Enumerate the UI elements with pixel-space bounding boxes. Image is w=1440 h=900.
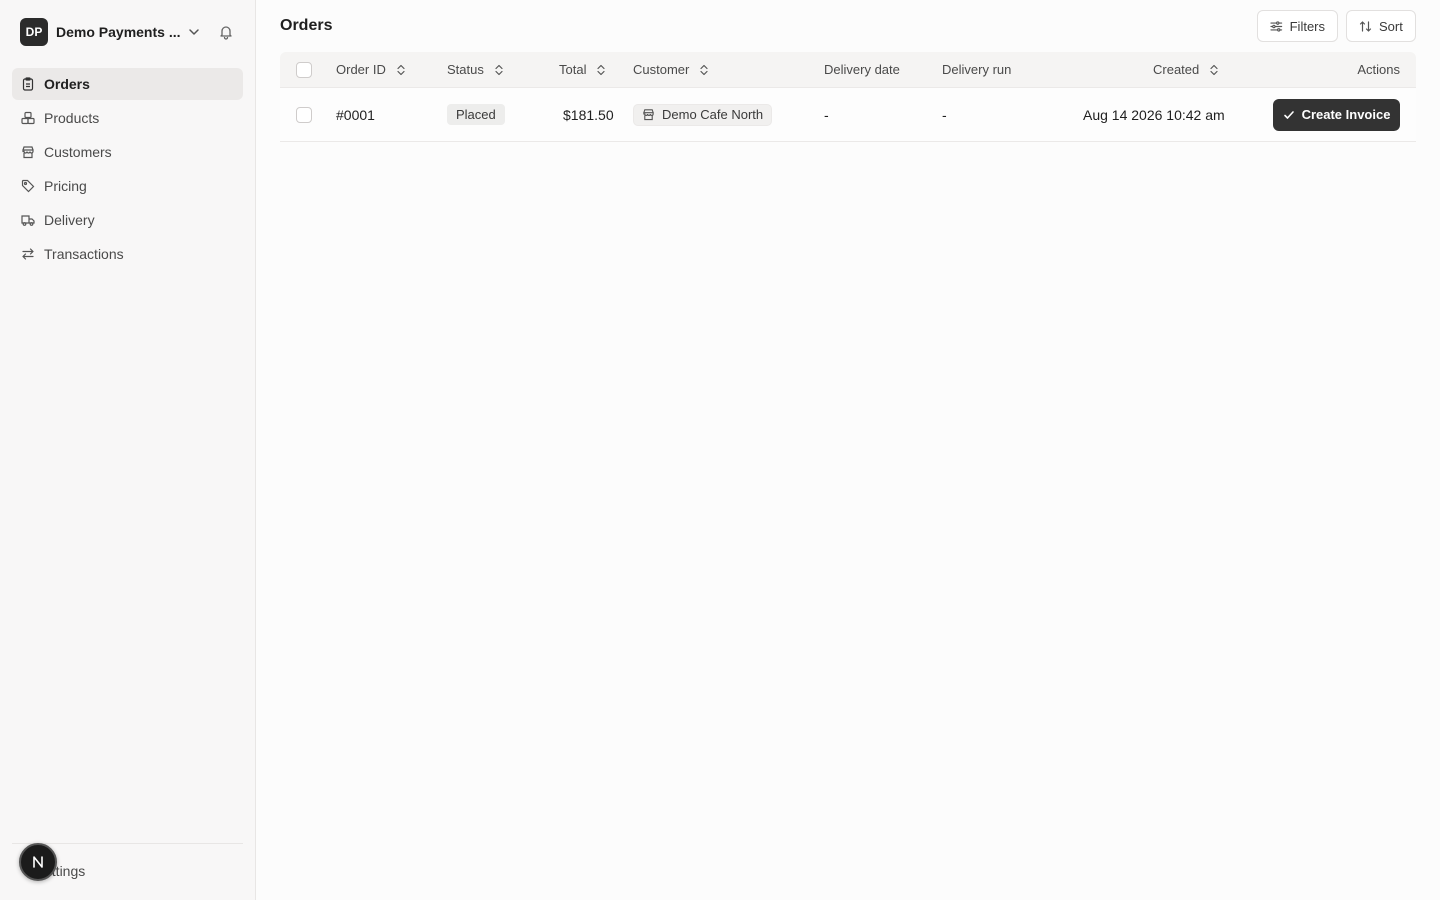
column-customer[interactable]: Customer	[633, 52, 709, 87]
created-cell: Aug 14 2026 10:42 am	[1083, 106, 1225, 123]
row-checkbox[interactable]	[296, 106, 312, 123]
column-delivery-date: Delivery date	[824, 52, 900, 87]
column-label: Delivery date	[824, 62, 900, 77]
column-status[interactable]: Status	[447, 52, 504, 87]
table-header: Order ID Status Total Customer Delivery …	[280, 52, 1416, 88]
sidebar: DP Demo Payments ... Orders Products Cus…	[0, 0, 256, 900]
sort-button[interactable]: Sort	[1346, 10, 1416, 42]
column-total[interactable]: Total	[559, 52, 606, 87]
sidebar-item-label: Transactions	[44, 246, 124, 262]
sort-icon	[1210, 64, 1218, 75]
sidebar-nav: Orders Products Customers Pricing Delive…	[12, 68, 243, 272]
table-row[interactable]: #0001 Placed $181.50 Demo Cafe North - -…	[280, 88, 1416, 142]
sort-icon	[700, 64, 708, 75]
floating-assistant-button[interactable]	[19, 843, 57, 881]
check-icon	[1283, 110, 1294, 119]
filters-button[interactable]: Filters	[1257, 10, 1338, 42]
customer-cell: Demo Cafe North	[633, 88, 773, 141]
sidebar-item-label: Customers	[44, 144, 112, 160]
column-label: Created	[1153, 62, 1200, 77]
sidebar-item-label: Orders	[44, 76, 90, 92]
sidebar-item-products[interactable]: Products	[12, 102, 243, 134]
sidebar-item-label: Products	[44, 110, 100, 126]
chevron-down-icon[interactable]	[186, 24, 202, 40]
page-title: Orders	[280, 17, 333, 34]
column-label: Total	[559, 62, 587, 77]
column-label: Order ID	[336, 62, 386, 77]
orders-table: Order ID Status Total Customer Delivery …	[280, 52, 1416, 142]
sidebar-item-delivery[interactable]: Delivery	[12, 204, 243, 236]
column-label: Delivery run	[942, 62, 1012, 77]
sort-icon	[397, 64, 405, 75]
status-badge: Placed	[447, 104, 505, 125]
select-all-cell	[296, 52, 312, 87]
sidebar-item-transactions[interactable]: Transactions	[12, 238, 243, 270]
org-name: Demo Payments ...	[56, 24, 181, 40]
filters-label: Filters	[1289, 18, 1325, 34]
column-label: Customer	[633, 62, 690, 77]
sidebar-item-orders[interactable]: Orders	[12, 68, 243, 100]
select-all-checkbox[interactable]	[296, 61, 312, 78]
sidebar-item-customers[interactable]: Customers	[12, 136, 243, 168]
total-cell: $181.50	[563, 106, 614, 123]
sort-icon	[597, 64, 606, 75]
column-label: Actions	[1357, 62, 1400, 77]
sort-label: Sort	[1379, 18, 1403, 34]
delivery-date-cell: -	[824, 106, 829, 123]
column-delivery-run: Delivery run	[942, 52, 1011, 87]
sort-arrows-icon	[1359, 20, 1372, 32]
main-content: Orders Filters Sort Order ID Status Tota…	[256, 0, 1440, 900]
create-invoice-label: Create Invoice	[1301, 107, 1391, 122]
store-icon	[22, 146, 34, 159]
row-select-cell	[296, 88, 312, 141]
column-created[interactable]: Created	[1153, 52, 1219, 87]
tag-icon	[21, 179, 35, 193]
truck-icon	[21, 215, 35, 226]
bell-icon[interactable]	[218, 24, 234, 40]
customer-chip[interactable]: Demo Cafe North	[633, 103, 773, 126]
clipboard-icon	[22, 77, 34, 91]
arrows-swap-icon	[22, 248, 34, 260]
column-label: Status	[447, 62, 484, 77]
sliders-icon	[1270, 20, 1283, 32]
column-order-id[interactable]: Order ID	[336, 52, 406, 87]
sort-icon	[495, 64, 503, 75]
sidebar-item-label: Delivery	[44, 212, 95, 228]
org-switcher[interactable]: DP Demo Payments ...	[20, 18, 199, 46]
org-avatar: DP	[20, 18, 48, 46]
actions-cell: Create Invoice	[1273, 88, 1400, 141]
sidebar-item-pricing[interactable]: Pricing	[12, 170, 243, 202]
n-logo-icon	[33, 856, 43, 868]
settings-divider	[12, 843, 243, 844]
delivery-run-cell: -	[942, 106, 947, 123]
customer-name: Demo Cafe North	[662, 107, 764, 122]
store-icon	[643, 109, 654, 121]
sidebar-item-label: Pricing	[44, 178, 87, 194]
order-id-cell[interactable]: #0001	[336, 88, 375, 141]
column-actions: Actions	[1357, 52, 1400, 87]
status-cell: Placed	[447, 88, 505, 141]
create-invoice-button[interactable]: Create Invoice	[1273, 98, 1400, 131]
boxes-icon	[21, 111, 35, 125]
